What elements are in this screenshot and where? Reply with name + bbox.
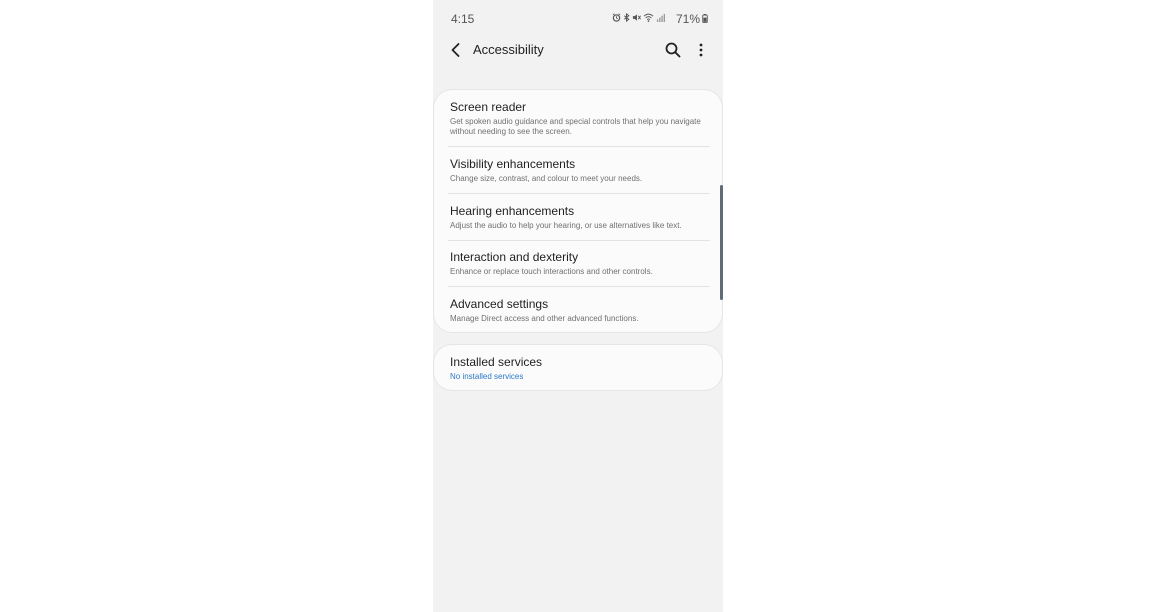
setting-title: Visibility enhancements	[450, 157, 576, 171]
setting-title: Hearing enhancements	[450, 204, 575, 218]
setting-installed-services[interactable]: Installed services No installed services	[450, 355, 708, 382]
alarm-icon	[612, 13, 621, 22]
setting-title: Screen reader	[450, 100, 527, 114]
back-arrow-icon[interactable]	[447, 41, 465, 59]
divider	[448, 193, 710, 194]
installed-services-subtitle: No installed services	[450, 372, 524, 381]
app-bar: Accessibility	[433, 36, 723, 64]
battery-icon	[702, 12, 708, 26]
setting-title: Interaction and dexterity	[450, 250, 579, 264]
status-time: 4:15	[451, 12, 475, 26]
setting-advanced-settings[interactable]: Advanced settings Manage Direct access a…	[450, 297, 708, 324]
setting-subtitle: Get spoken audio guidance and special co…	[450, 117, 701, 136]
setting-title: Advanced settings	[450, 297, 549, 311]
signal-icon	[656, 13, 665, 22]
settings-card: Screen reader Get spoken audio guidance …	[434, 90, 722, 332]
wifi-icon	[643, 13, 654, 22]
installed-services-title: Installed services	[450, 355, 543, 369]
battery-percent: 71%	[675, 12, 700, 26]
setting-subtitle: Enhance or replace touch interactions an…	[450, 267, 653, 276]
mute-icon	[632, 13, 641, 22]
divider	[448, 286, 710, 287]
status-bar: 4:15 71%	[433, 0, 723, 36]
setting-interaction-dexterity[interactable]: Interaction and dexterity Enhance or rep…	[450, 250, 708, 277]
scrollbar[interactable]	[720, 185, 723, 300]
phone-screen: 4:15 71% Accessibility Screen reader Get…	[433, 0, 723, 612]
setting-hearing-enhancements[interactable]: Hearing enhancements Adjust the audio to…	[450, 204, 708, 231]
status-icons	[612, 13, 665, 22]
setting-visibility-enhancements[interactable]: Visibility enhancements Change size, con…	[450, 157, 708, 184]
divider	[448, 146, 710, 147]
battery-status: 71%	[676, 12, 708, 26]
setting-subtitle: Change size, contrast, and colour to mee…	[450, 174, 643, 183]
installed-services-card: Installed services No installed services	[434, 345, 722, 390]
more-vert-icon[interactable]	[692, 41, 710, 59]
divider	[448, 240, 710, 241]
page-title: Accessibility	[473, 42, 544, 57]
setting-subtitle: Manage Direct access and other advanced …	[450, 314, 639, 323]
search-icon[interactable]	[664, 41, 682, 59]
setting-subtitle: Adjust the audio to help your hearing, o…	[450, 221, 682, 230]
bluetooth-icon	[623, 13, 630, 22]
setting-screen-reader[interactable]: Screen reader Get spoken audio guidance …	[450, 100, 708, 137]
